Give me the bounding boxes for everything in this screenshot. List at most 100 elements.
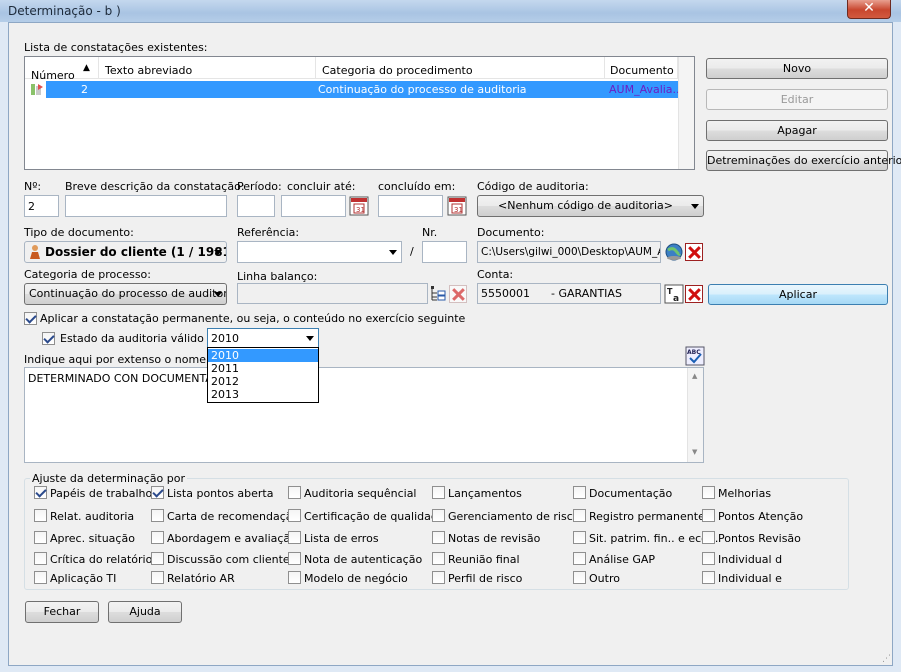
ajuste-checkbox[interactable] [573,486,586,499]
ajuste-checkbox[interactable] [702,531,715,544]
close-button[interactable]: ✕ [847,0,891,19]
ajuste-checkbox[interactable] [34,531,47,544]
ajuste-checkbox[interactable] [34,486,47,499]
column-header-numero[interactable]: Número ▲ [25,57,99,82]
tipo-documento-select[interactable]: Dossier do cliente (1 / 1981 [24,241,227,263]
ajuste-checkbox-label: Individual d [718,553,783,566]
ajuste-checkbox[interactable] [151,571,164,584]
ajuste-checkbox-label: Lista de erros [304,532,379,545]
chevron-down-icon [214,250,222,255]
dialog-client: Lista de constatações existentes: Número… [8,22,901,666]
aplicar-button[interactable]: Aplicar [708,284,888,305]
ajuda-button[interactable]: Ajuda [108,601,182,623]
globe-icon[interactable] [664,242,684,262]
breve-descricao-field[interactable] [65,195,227,217]
referencia-select[interactable] [237,241,402,263]
ajuste-checkbox[interactable] [432,486,445,499]
nr2-field[interactable] [422,241,467,263]
editar-button[interactable]: Editar [706,89,888,110]
account-lookup-icon[interactable]: Ta [664,284,684,304]
nr-field[interactable]: 2 [24,195,59,217]
ajuste-checkbox[interactable] [288,531,301,544]
ajuste-checkbox[interactable] [573,509,586,522]
estado-checkbox[interactable] [42,332,55,345]
ajuste-checkbox[interactable] [34,509,47,522]
ajuste-checkbox-label: Registro permanente [589,510,705,523]
ajuste-checkbox-label: Melhorias [718,487,772,500]
year-option[interactable]: 2012 [208,375,318,388]
ajuste-checkbox[interactable] [702,509,715,522]
categoria-processo-select[interactable]: Continuação do processo de auditoria [24,283,227,305]
ajuste-checkbox[interactable] [432,531,445,544]
clear-conta-icon[interactable] [685,285,703,303]
ajuste-checkbox[interactable] [573,552,586,565]
table-row[interactable]: 2 Continuação do processo de auditoria A… [25,81,683,98]
column-header-documento[interactable]: Documento [605,57,678,79]
ajuste-checkbox-label: Perfil de risco [448,572,523,585]
documento-field[interactable]: C:\Users\gilwi_000\Desktop\AUM_A [477,241,661,263]
ajuste-checkbox[interactable] [288,486,301,499]
ajuste-checkbox[interactable] [702,486,715,499]
linha-balanco-field[interactable] [237,283,428,304]
constatacoes-list[interactable]: Número ▲ Texto abreviado Categoria do pr… [24,56,695,170]
clear-linha-icon[interactable] [449,285,467,303]
ajuste-checkbox[interactable] [573,531,586,544]
calendar-icon[interactable]: 31 [447,196,467,216]
concluido-em-field[interactable] [378,195,443,217]
determinacoes-anterior-button[interactable]: Detreminações do exercício anterior... [706,150,901,171]
spellcheck-icon[interactable]: ABC [685,346,705,366]
nr2-label: Nr. [422,226,438,239]
year-option[interactable]: 2010 [208,349,318,362]
list-scrollbar[interactable] [678,57,694,169]
concluir-label: concluir até: [287,180,356,193]
calendar-icon[interactable]: 31 [349,196,369,216]
ajuste-checkbox[interactable] [34,571,47,584]
codigo-auditoria-select[interactable]: <Nenhum código de auditoria> [477,195,704,217]
novo-button[interactable]: Novo [706,58,888,79]
documento-label: Documento: [477,226,545,239]
ajuste-checkbox[interactable] [702,552,715,565]
text-area-scrollbar[interactable]: ▲ ▼ [687,368,703,462]
ajuste-checkbox-label: Pontos Atenção [718,510,804,523]
svg-text:31: 31 [454,206,463,214]
ajuste-checkbox[interactable] [151,552,164,565]
ajuste-label: Ajuste da determinação por [30,472,187,485]
periodo-label: Período: [237,180,282,193]
ajuste-checkbox[interactable] [573,571,586,584]
svg-text:31: 31 [356,206,365,214]
ajuste-checkbox[interactable] [34,552,47,565]
ajuste-checkbox-label: Papéis de trabalho [50,487,153,500]
text-area[interactable]: DETERMINADO CON DOCUMENTAC ▲ ▼ [24,367,704,463]
concluir-ate-field[interactable] [281,195,346,217]
conta-field[interactable]: 5550001 - GARANTIAS [477,283,661,304]
permanente-checkbox[interactable] [24,312,37,325]
tree-list-icon[interactable] [429,284,449,304]
ajuste-checkbox[interactable] [288,552,301,565]
ajuste-checkbox[interactable] [151,509,164,522]
ajuste-checkbox[interactable] [432,552,445,565]
ajuste-checkbox-label: Modelo de negócio [304,572,408,585]
codigo-label: Código de auditoria: [477,180,589,193]
periodo-field[interactable] [237,195,275,217]
clear-documento-icon[interactable] [685,243,703,261]
ajuste-checkbox[interactable] [288,571,301,584]
ajuste-checkbox[interactable] [151,531,164,544]
ajuste-checkbox-label: Gerenciamento de risco [448,510,580,523]
text-area-label: Indique aqui por extenso o nome do te [24,353,238,366]
ajuste-checkbox[interactable] [432,571,445,584]
year-option[interactable]: 2013 [208,388,318,401]
ajuste-checkbox[interactable] [288,509,301,522]
window-title: Determinação - b ) [8,4,121,18]
conta-label: Conta: [477,268,514,281]
ajuste-checkbox[interactable] [151,486,164,499]
ajuste-checkbox[interactable] [702,571,715,584]
ajuste-checkbox[interactable] [432,509,445,522]
column-header-texto[interactable]: Texto abreviado [99,57,316,79]
apagar-button[interactable]: Apagar [706,120,888,141]
fechar-button[interactable]: Fechar [25,601,99,623]
year-option[interactable]: 2011 [208,362,318,375]
column-header-categoria[interactable]: Categoria do procedimento [316,57,605,79]
ajuste-checkbox-label: Relatório AR [167,572,235,585]
size-grip-icon: ⋰ [882,654,891,664]
year-select[interactable]: 2010 [207,328,319,348]
